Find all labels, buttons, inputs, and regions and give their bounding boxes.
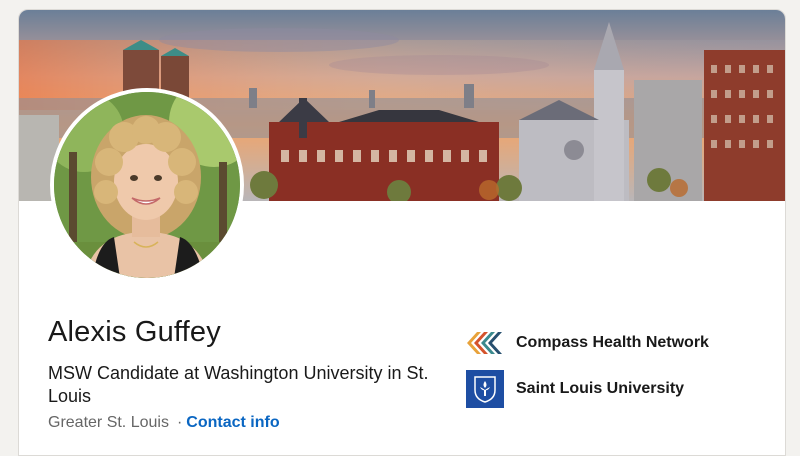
compass-health-logo-icon <box>466 324 504 362</box>
profile-card: Alexis Guffey MSW Candidate at Washingto… <box>18 9 786 456</box>
location-row: Greater St. Louis · Contact info <box>48 414 280 432</box>
separator-dot: · <box>176 414 183 431</box>
org-name: Saint Louis University <box>516 380 685 397</box>
slu-shield-logo-icon <box>466 370 504 408</box>
profile-name: Alexis Guffey <box>48 316 221 348</box>
profile-location: Greater St. Louis <box>48 414 169 431</box>
profile-headline: MSW Candidate at Washington University i… <box>48 363 429 406</box>
contact-info-link[interactable]: Contact info <box>186 414 279 431</box>
org-item-current-company[interactable]: Compass Health Network <box>466 324 709 362</box>
org-item-education[interactable]: Saint Louis University <box>466 370 684 408</box>
profile-photo-avatar[interactable] <box>50 88 244 282</box>
org-name: Compass Health Network <box>516 334 709 351</box>
